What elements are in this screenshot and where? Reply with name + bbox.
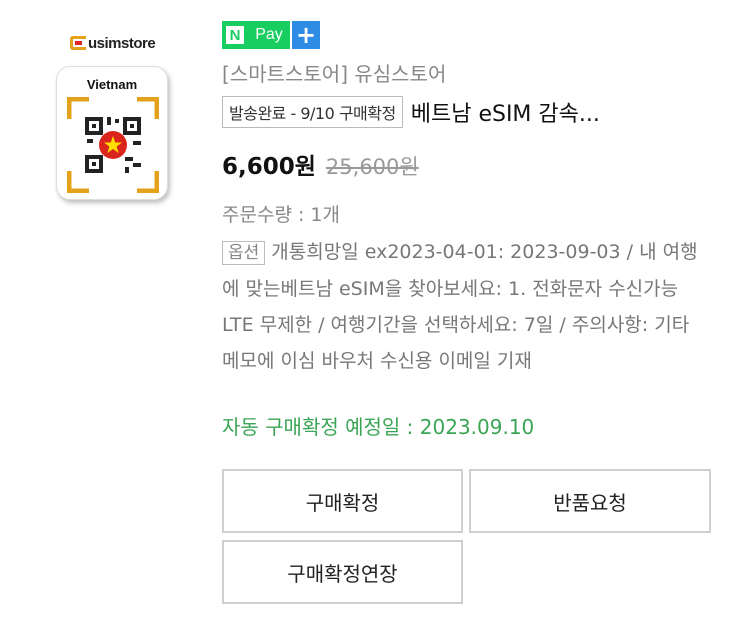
option-details: 옵션 개통희망일 ex2023-04-01: 2023-09-03 / 내 여행에…: [222, 234, 712, 379]
qr-flag-icon: [67, 97, 159, 193]
country-label: Vietnam: [86, 77, 138, 92]
product-title-row[interactable]: 발송완료 - 9/10 구매확정 베트남 eSIM 감속...: [222, 96, 600, 128]
naver-n-icon: N: [222, 21, 248, 49]
esim-card-image: Vietnam: [56, 66, 168, 200]
product-thumbnail[interactable]: usimstore Vietnam: [56, 28, 172, 200]
order-quantity: 주문수량 : 1개: [222, 204, 340, 226]
option-text: 개통희망일 ex2023-04-01: 2023-09-03 / 내 여행에 맞…: [222, 241, 698, 372]
original-price: 25,600원: [325, 155, 419, 179]
option-badge: 옵션: [222, 241, 266, 265]
product-title[interactable]: 베트남 eSIM 감속...: [411, 96, 600, 128]
auto-confirm-date: 자동 구매확정 예정일 : 2023.09.10: [222, 415, 535, 439]
price-row: 6,600원 25,600원: [222, 147, 419, 181]
sim-icon: [70, 36, 86, 50]
extend-confirm-button[interactable]: 구매확정연장: [222, 540, 463, 604]
pay-label: Pay: [248, 21, 290, 49]
sale-price: 6,600원: [222, 154, 316, 180]
return-request-button[interactable]: 반품요청: [469, 469, 711, 533]
npay-plus-badge: N Pay +: [222, 21, 320, 49]
confirm-purchase-button[interactable]: 구매확정: [222, 469, 463, 533]
store-name[interactable]: [스마트스토어] 유심스토어: [222, 58, 446, 87]
plus-icon: +: [292, 21, 320, 49]
status-badge: 발송완료 - 9/10 구매확정: [222, 96, 403, 128]
usimstore-logo: usimstore: [70, 28, 156, 58]
